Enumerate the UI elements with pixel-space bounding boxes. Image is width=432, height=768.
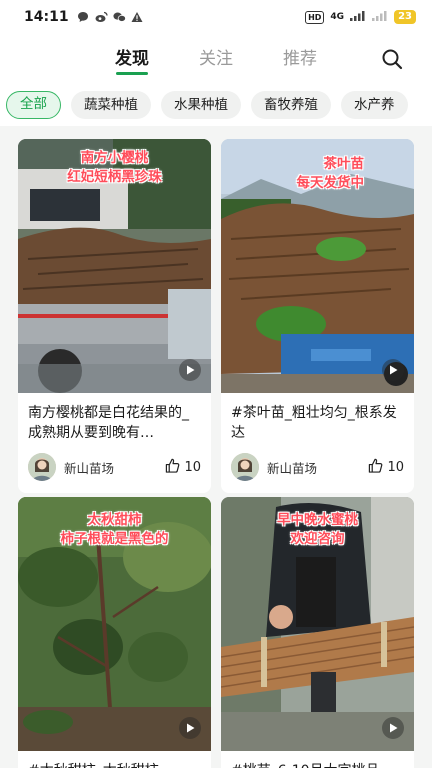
- message-icon: [77, 11, 90, 24]
- author-name[interactable]: 新山苗场: [267, 458, 317, 477]
- wechat-icon: [113, 11, 126, 24]
- post-thumbnail: 太秋甜柿 柿子根就是黑色的: [18, 497, 211, 751]
- like-button[interactable]: 10: [165, 458, 201, 477]
- signal-icon-secondary: [372, 10, 388, 24]
- post-card[interactable]: 早中晚水蜜桃 欢迎咨询 #桃苗_6-10月大宗桃品: [221, 497, 414, 768]
- overlay-line: 红妃短柄黑珍珠: [67, 169, 162, 185]
- signal-icon: [350, 10, 366, 24]
- network-label: 4G: [330, 12, 345, 22]
- chip-fruit[interactable]: 水果种植: [161, 91, 241, 119]
- chip-vegetables[interactable]: 蔬菜种植: [71, 91, 151, 119]
- chip-livestock[interactable]: 畜牧养殖: [251, 91, 331, 119]
- top-tab-bar: 发现 关注 推荐: [0, 34, 432, 84]
- post-card[interactable]: 太秋甜柿 柿子根就是黑色的 #太秋甜柿_太秋甜柿: [18, 497, 211, 768]
- avatar[interactable]: [231, 453, 259, 481]
- thumbs-up-icon: [368, 458, 383, 477]
- post-title[interactable]: #太秋甜柿_太秋甜柿: [18, 751, 211, 768]
- author-name[interactable]: 新山苗场: [64, 458, 114, 477]
- play-icon[interactable]: [179, 359, 201, 381]
- like-count: 10: [387, 459, 404, 475]
- overlay-line: 南方小樱桃: [80, 150, 149, 166]
- weibo-icon: [95, 11, 108, 24]
- post-overlay-caption: 茶叶苗 每天发货中: [221, 155, 414, 193]
- overlay-line: 太秋甜柿: [87, 512, 142, 528]
- overlay-line: 早中晚水蜜桃: [277, 512, 358, 528]
- overlay-line: 欢迎咨询: [290, 531, 345, 547]
- play-icon[interactable]: [179, 717, 201, 739]
- overlay-line: 茶叶苗: [323, 156, 365, 172]
- tab-recommended[interactable]: 推荐: [283, 44, 317, 75]
- post-card[interactable]: 南方小樱桃 红妃短柄黑珍珠 南方樱桃都是白花结果的_成熟期从要到晚有… 新山苗场…: [18, 139, 211, 493]
- post-overlay-caption: 太秋甜柿 柿子根就是黑色的: [18, 511, 211, 549]
- warning-icon: [131, 11, 144, 24]
- post-title[interactable]: #茶叶苗_粗壮均匀_根系发达: [221, 393, 414, 445]
- post-thumbnail: 茶叶苗 每天发货中: [221, 139, 414, 393]
- play-icon[interactable]: [382, 717, 404, 739]
- hd-icon: HD: [305, 10, 325, 24]
- overlay-line: 柿子根就是黑色的: [60, 531, 169, 547]
- like-button[interactable]: 10: [368, 458, 404, 477]
- post-feed: 南方小樱桃 红妃短柄黑珍珠 南方樱桃都是白花结果的_成熟期从要到晚有… 新山苗场…: [0, 126, 432, 768]
- post-footer: 新山苗场 10: [18, 445, 211, 493]
- category-chip-bar: 全部 蔬菜种植 水果种植 畜牧养殖 水产养: [0, 84, 432, 126]
- search-icon[interactable]: [380, 47, 404, 71]
- battery-indicator: 23: [394, 10, 416, 24]
- overlay-line: 每天发货中: [296, 175, 365, 191]
- notification-icons: [77, 11, 144, 24]
- post-title[interactable]: #桃苗_6-10月大宗桃品: [221, 751, 414, 768]
- status-bar: 14:11 HD 4G 23: [0, 0, 432, 34]
- post-overlay-caption: 南方小樱桃 红妃短柄黑珍珠: [18, 149, 211, 187]
- tab-following[interactable]: 关注: [199, 44, 233, 75]
- post-thumbnail: 早中晚水蜜桃 欢迎咨询: [221, 497, 414, 751]
- post-overlay-caption: 早中晚水蜜桃 欢迎咨询: [221, 511, 414, 549]
- status-right: HD 4G 23: [305, 10, 416, 24]
- tab-discover[interactable]: 发现: [115, 44, 149, 75]
- avatar[interactable]: [28, 453, 56, 481]
- post-title[interactable]: 南方樱桃都是白花结果的_成熟期从要到晚有…: [18, 393, 211, 445]
- chip-all[interactable]: 全部: [6, 91, 61, 119]
- chip-aquaculture[interactable]: 水产养: [341, 91, 408, 119]
- post-footer: 新山苗场 10: [221, 445, 414, 493]
- post-card[interactable]: 茶叶苗 每天发货中 #茶叶苗_粗壮均匀_根系发达 新山苗场 10: [221, 139, 414, 493]
- play-icon[interactable]: [382, 359, 404, 381]
- status-time: 14:11: [24, 9, 69, 25]
- like-count: 10: [184, 459, 201, 475]
- tabs: 发现 关注 推荐: [115, 44, 317, 75]
- thumbs-up-icon: [165, 458, 180, 477]
- post-thumbnail: 南方小樱桃 红妃短柄黑珍珠: [18, 139, 211, 393]
